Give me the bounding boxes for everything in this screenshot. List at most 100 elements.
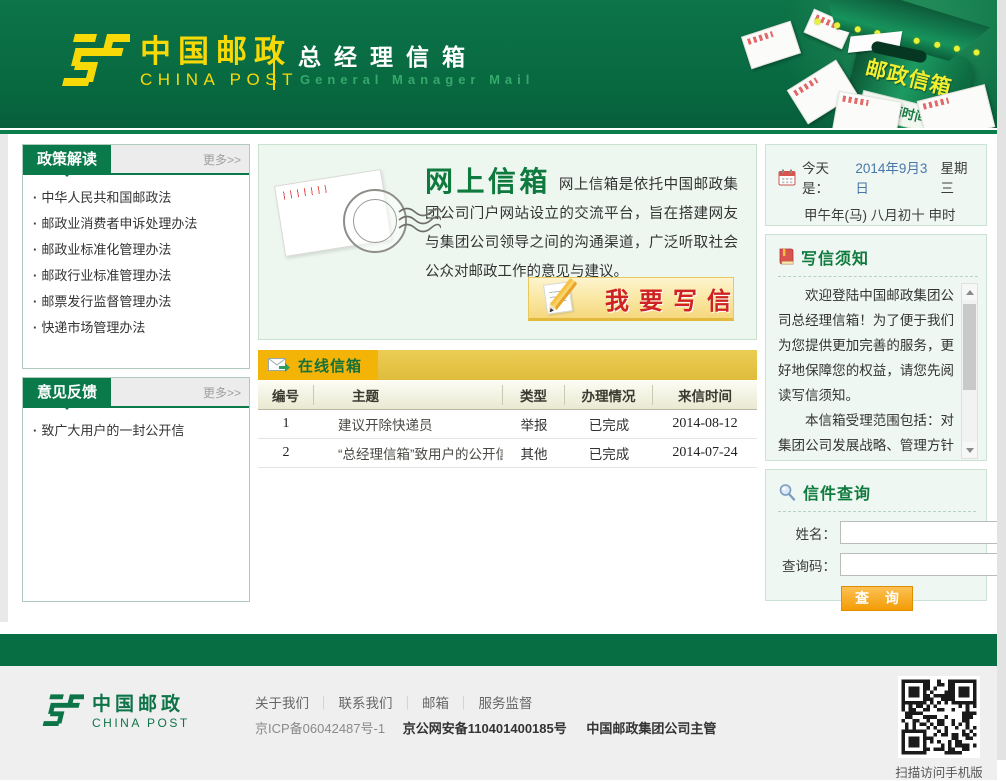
policy-more-link[interactable]: 更多>> <box>203 151 241 168</box>
list-item[interactable]: 中华人民共和国邮政法 <box>31 185 241 211</box>
cell-status: 已完成 <box>565 414 653 434</box>
page: 中国邮政 CHINA POST 总经理信箱 General Manager Ma… <box>0 0 997 780</box>
mailbox-illustration: 邮政信箱 开箱时间 <box>717 0 997 128</box>
china-post-logo-icon <box>58 30 130 96</box>
notice-text: 欢迎登陆中国邮政集团公司总经理信箱！为了便于我们为您提供更加完善的服务，更好地保… <box>778 283 978 459</box>
magnifier-icon <box>778 483 796 501</box>
online-mailbox-tab: 在线信箱 <box>258 350 378 380</box>
notice-scrollbar[interactable] <box>961 283 978 459</box>
list-item[interactable]: 邮票发行监督管理办法 <box>31 289 241 315</box>
cell-no: 1 <box>258 416 314 432</box>
footer: 中国邮政 CHINA POST 关于我们联系我们邮箱服务监督 京ICP备0604… <box>0 666 997 780</box>
policy-list: 中华人民共和国邮政法邮政业消费者申诉处理办法邮政业标准化管理办法邮政行业标准管理… <box>23 175 249 368</box>
list-item[interactable]: 邮政业标准化管理办法 <box>31 237 241 263</box>
book-icon <box>778 248 794 266</box>
footer-links: 关于我们联系我们邮箱服务监督 <box>255 692 533 712</box>
intro-title: 网上信箱 <box>425 166 551 197</box>
footer-green-strip <box>0 634 997 666</box>
security-number: 京公网安备110401400185号 <box>403 721 567 736</box>
footer-china-post-logo-icon <box>40 692 84 732</box>
feedback-list: 致广大用户的一封公开信 <box>23 408 249 601</box>
footer-logo-en: CHINA POST <box>92 716 190 730</box>
scroll-thumb[interactable] <box>963 304 976 390</box>
code-label: 查询码： <box>778 555 836 575</box>
today-box: 今天是： 2014年9月3日 星期三 甲午年(马) 八月初十 申时 <box>765 144 987 226</box>
policy-panel-header: 政策解读 更多>> <box>23 145 249 175</box>
header-banner: 中国邮政 CHINA POST 总经理信箱 General Manager Ma… <box>0 0 997 128</box>
table-header-row: 编号主题类型办理情况来信时间 <box>258 381 757 410</box>
notice-paragraph: 本信箱受理范围包括：对集团公司发展战略、管理方针政策、经营方略、规章制度、生产经… <box>778 408 954 459</box>
calendar-icon <box>778 169 796 186</box>
cell-subject[interactable]: “总经理信箱”致用户的公开信 <box>314 443 503 463</box>
today-prefix: 今天是： <box>802 157 849 197</box>
feedback-panel-header: 意见反馈 更多>> <box>23 378 249 408</box>
today-date: 2014年9月3日 <box>855 157 930 197</box>
cell-type: 其他 <box>503 443 565 463</box>
name-label: 姓名： <box>778 523 836 543</box>
online-mailbox-title: 在线信箱 <box>298 355 362 376</box>
column-header: 来信时间 <box>653 385 757 405</box>
mail-arrow-icon <box>268 358 290 373</box>
list-item[interactable]: 致广大用户的一封公开信 <box>31 418 241 444</box>
right-sidebar: 今天是： 2014年9月3日 星期三 甲午年(马) 八月初十 申时 写信须知 <box>765 144 987 610</box>
qr-code <box>898 676 980 758</box>
list-item[interactable]: 邮政业消费者申诉处理办法 <box>31 211 241 237</box>
header-divider <box>273 38 275 90</box>
footer-icp-line: 京ICP备06042487号-1 京公网安备110401400185号 中国邮政… <box>255 718 716 737</box>
center-column: 网上信箱网上信箱是依托中国邮政集团公司门户网站设立的交流平台，旨在搭建网友与集团… <box>258 144 757 610</box>
list-item[interactable]: 邮政行业标准管理办法 <box>31 263 241 289</box>
intro-box: 网上信箱网上信箱是依托中国邮政集团公司门户网站设立的交流平台，旨在搭建网友与集团… <box>258 144 757 340</box>
policy-panel: 政策解读 更多>> 中华人民共和国邮政法邮政业消费者申诉处理办法邮政业标准化管理… <box>22 144 250 369</box>
today-lunar: 甲午年(马) 八月初十 申时 <box>804 204 976 224</box>
footer-link[interactable]: 服务监督 <box>479 696 533 711</box>
column-header: 类型 <box>503 385 565 405</box>
feedback-more-link[interactable]: 更多>> <box>203 384 241 401</box>
table-row[interactable]: 1建议开除快递员举报已完成2014-08-12 <box>258 410 757 439</box>
notice-paragraph: 欢迎登陆中国邮政集团公司总经理信箱！为了便于我们为您提供更加完善的服务，更好地保… <box>778 283 954 408</box>
list-item[interactable]: 快递市场管理办法 <box>31 315 241 341</box>
column-header: 办理情况 <box>565 385 653 405</box>
feedback-panel-title: 意见反馈 <box>23 378 111 408</box>
notice-title: 写信须知 <box>801 245 869 269</box>
brand: 中国邮政 CHINA POST <box>58 30 298 96</box>
pencil-paper-icon <box>543 279 587 317</box>
cell-status: 已完成 <box>565 443 653 463</box>
footer-link[interactable]: 邮箱 <box>422 696 479 711</box>
page-right-edge <box>997 0 1006 760</box>
left-sidebar: 政策解读 更多>> 中华人民共和国邮政法邮政业消费者申诉处理办法邮政业标准化管理… <box>22 144 250 610</box>
today-weekday: 星期三 <box>940 157 976 197</box>
online-mailbox-titlebar: 在线信箱 <box>258 350 757 380</box>
scroll-up-button[interactable] <box>962 284 977 300</box>
column-header: 编号 <box>258 385 314 405</box>
icp-number: 京ICP备06042487号-1 <box>255 721 385 736</box>
cell-date: 2014-08-12 <box>653 416 757 432</box>
feedback-panel: 意见反馈 更多>> 致广大用户的一封公开信 <box>22 377 250 602</box>
policy-panel-title: 政策解读 <box>23 145 111 175</box>
cell-no: 2 <box>258 445 314 461</box>
query-button[interactable]: 查 询 <box>841 586 913 611</box>
query-title: 信件查询 <box>803 480 871 504</box>
query-code-input[interactable] <box>840 553 1006 576</box>
column-header: 主题 <box>314 385 503 405</box>
scroll-down-button[interactable] <box>962 442 977 458</box>
name-input[interactable] <box>840 521 1006 544</box>
footer-link[interactable]: 联系我们 <box>339 696 423 711</box>
notice-box: 写信须知 欢迎登陆中国邮政集团公司总经理信箱！为了便于我们为您提供更加完善的服务… <box>765 234 987 461</box>
supervisor-text: 中国邮政集团公司主管 <box>586 721 716 736</box>
cell-type: 举报 <box>503 414 565 434</box>
site-title: 总经理信箱 <box>298 38 478 72</box>
cell-date: 2014-07-24 <box>653 445 757 461</box>
online-mailbox-section: 在线信箱 编号主题类型办理情况来信时间 1建议开除快递员举报已完成2014-08… <box>258 350 757 468</box>
letter-query-box: 信件查询 姓名： 查询码： 查 询 <box>765 469 987 601</box>
cell-subject[interactable]: 建议开除快递员 <box>314 414 503 434</box>
main-content: 政策解读 更多>> 中华人民共和国邮政法邮政业消费者申诉处理办法邮政业标准化管理… <box>0 134 997 622</box>
site-subtitle: General Manager Mail <box>300 72 534 87</box>
intro-paragraph: 网上信箱网上信箱是依托中国邮政集团公司门户网站设立的交流平台，旨在搭建网友与集团… <box>425 167 738 287</box>
write-letter-label: 我要写信 <box>605 281 741 316</box>
table-body: 1建议开除快递员举报已完成2014-08-122“总经理信箱”致用户的公开信其他… <box>258 410 757 468</box>
footer-link[interactable]: 关于我们 <box>255 696 339 711</box>
footer-logo-cn: 中国邮政 <box>92 694 190 716</box>
write-letter-button[interactable]: 我要写信 <box>528 277 734 321</box>
envelope-stamp-icon <box>275 163 415 273</box>
table-row[interactable]: 2“总经理信箱”致用户的公开信其他已完成2014-07-24 <box>258 439 757 468</box>
